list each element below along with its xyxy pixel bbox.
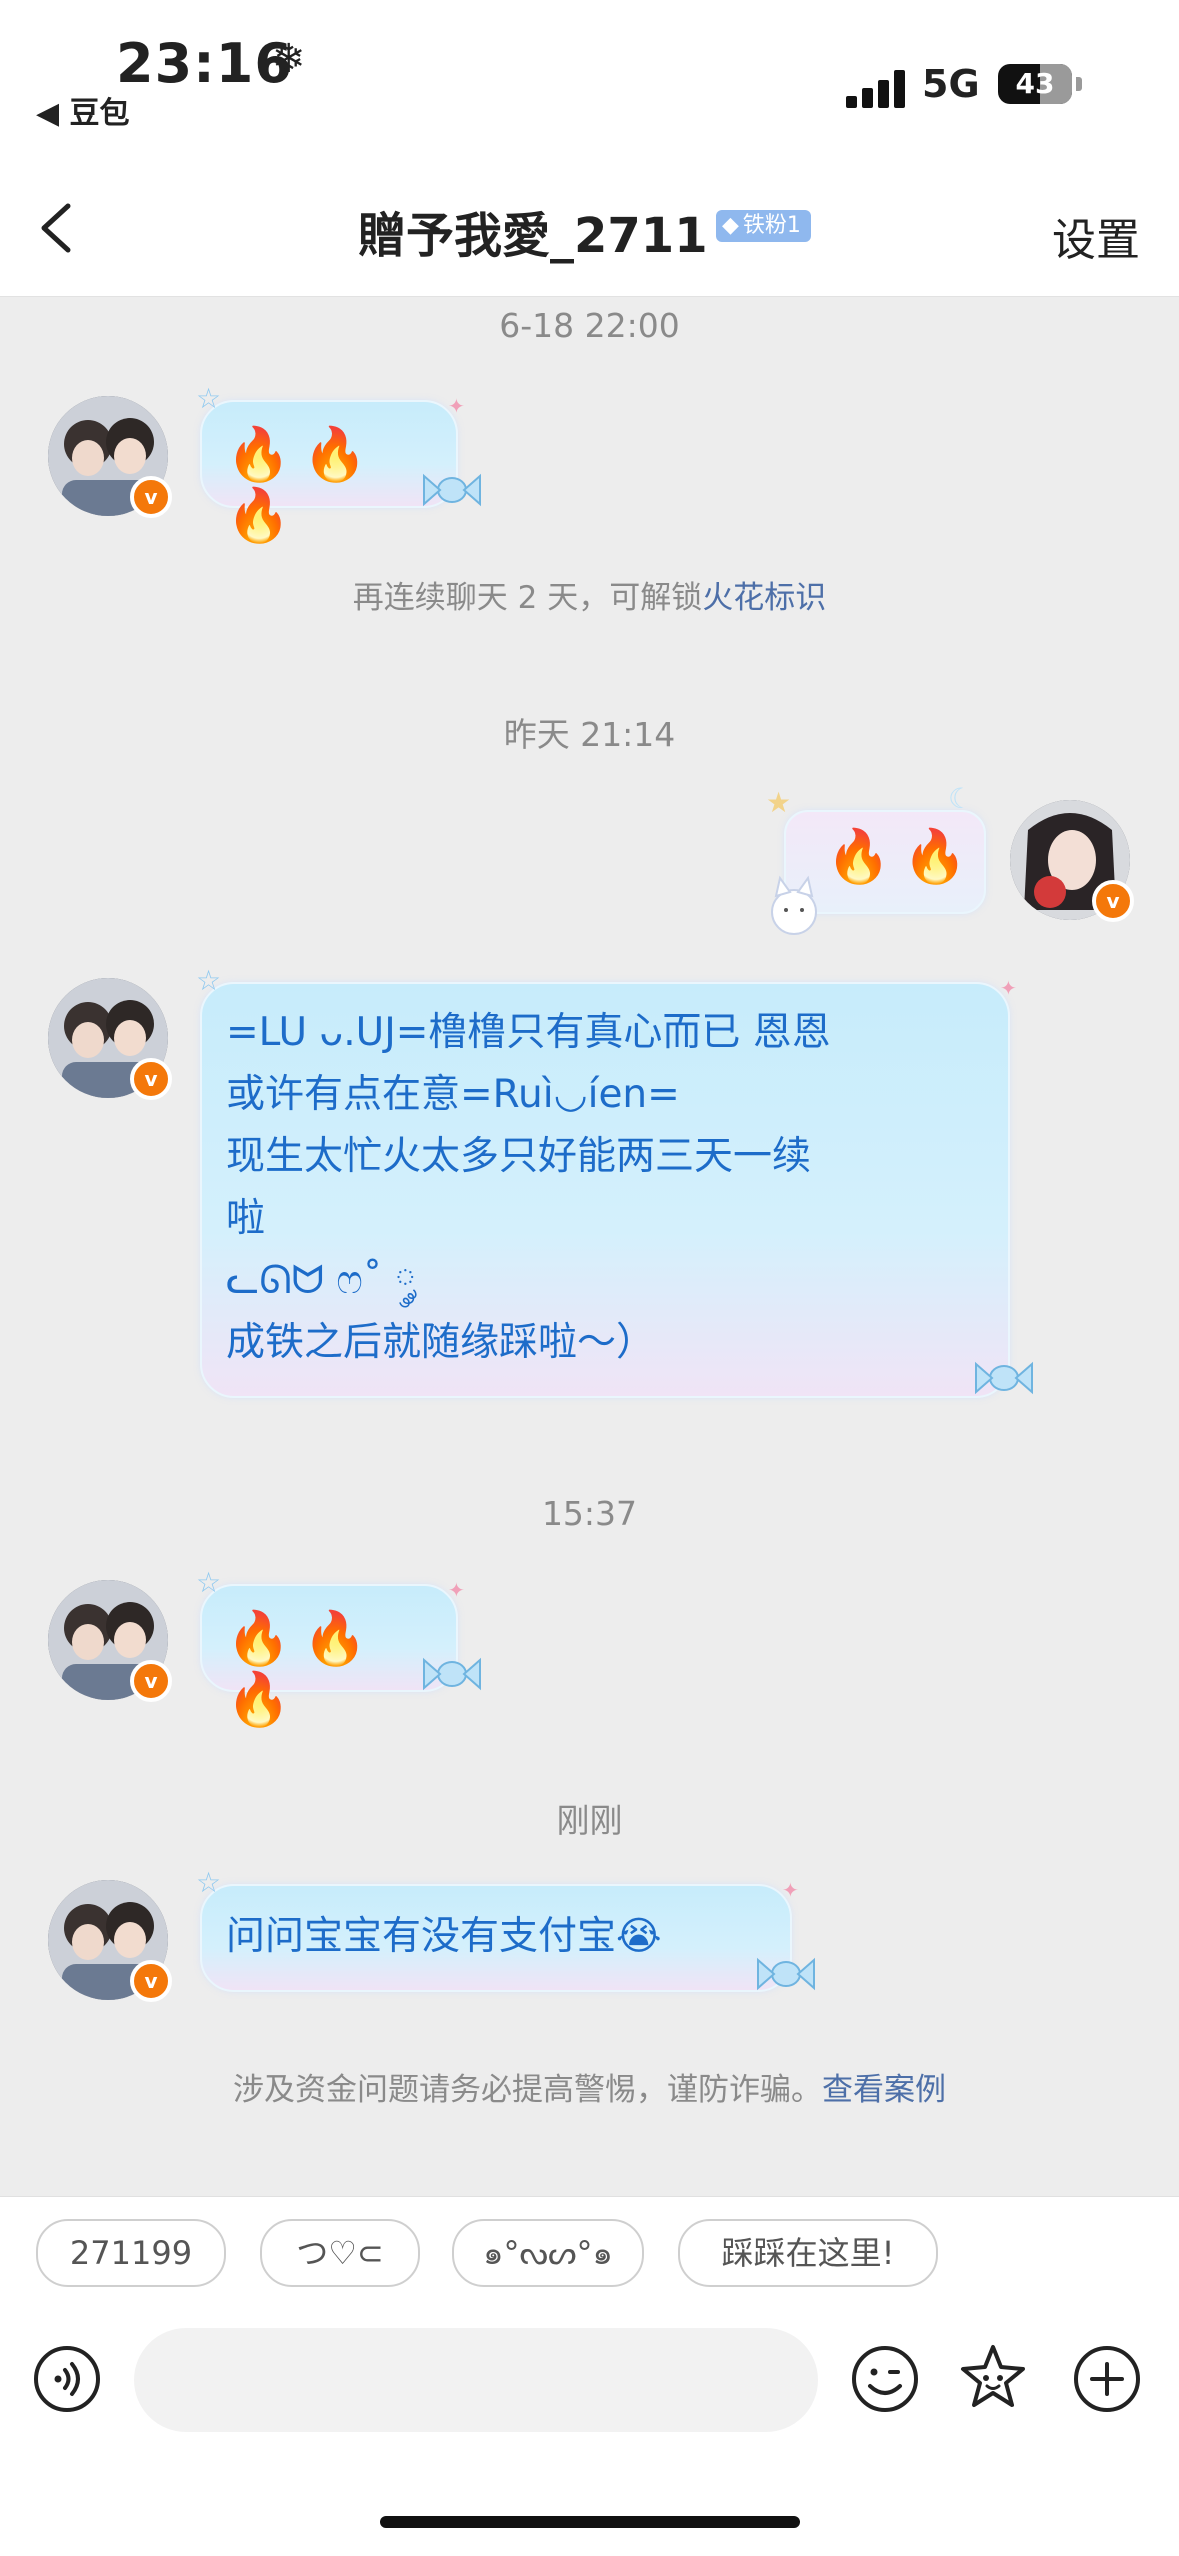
candy-icon xyxy=(757,1957,815,1991)
star-decor-icon: ☆ xyxy=(196,382,222,415)
star-decor-icon: ☆ xyxy=(196,1566,222,1599)
status-bar: 23:16 ❄ ◀ 豆包 5G 43 xyxy=(0,0,1179,160)
chat-title[interactable]: 贈予我愛_2711 xyxy=(358,196,708,266)
emoji-icon[interactable] xyxy=(850,2344,920,2414)
quick-reply-chip[interactable]: 271199 xyxy=(36,2219,226,2287)
plus-icon[interactable] xyxy=(1072,2344,1142,2414)
star-sticker-icon[interactable] xyxy=(958,2342,1028,2412)
timestamp: 刚刚 xyxy=(556,1801,623,1840)
timestamp: 昨天 21:14 xyxy=(503,715,676,754)
signal-icon xyxy=(846,68,906,108)
back-to-app-link[interactable]: ◀ 豆包 xyxy=(36,88,130,132)
verified-icon: v xyxy=(130,1660,172,1702)
fraud-warning-notice: 涉及资金问题请务必提高警惕，谨防诈骗。查看案例 xyxy=(0,2064,1179,2109)
verified-icon: v xyxy=(1092,880,1134,922)
quick-reply-chip[interactable]: ๑°ᔓᔕ°๑ xyxy=(452,2219,644,2287)
message-bubble[interactable]: 🔥🔥🔥 xyxy=(200,1584,458,1730)
fan-level-label: 铁粉1 xyxy=(742,213,801,238)
avatar-other[interactable]: v xyxy=(48,1880,172,2002)
verified-icon: v xyxy=(130,1058,172,1100)
spark-badge-link[interactable]: 火花标识 xyxy=(702,580,826,616)
diamond-icon: ◆ xyxy=(722,213,739,238)
settings-button[interactable]: 设置 xyxy=(1052,204,1140,268)
notice-text: 涉及资金问题请务必提高警惕，谨防诈骗。 xyxy=(233,2072,822,2108)
star-decor-icon: ★ xyxy=(766,786,792,819)
message-bubble[interactable]: 问问宝宝有没有支付宝😭 xyxy=(200,1884,792,1992)
message-input[interactable] xyxy=(134,2328,818,2432)
candy-icon xyxy=(423,1657,481,1691)
view-cases-link[interactable]: 查看案例 xyxy=(822,2072,946,2108)
timestamp: 15:37 xyxy=(541,1494,638,1533)
cat-decor-icon xyxy=(771,875,817,935)
chat-header: 贈予我愛_2711 ◆ 铁粉1 设置 xyxy=(0,160,1179,297)
timestamp: 6-18 22:00 xyxy=(499,306,680,345)
message-text: 问问宝宝有没有支付宝😭 xyxy=(226,1914,662,1959)
star-decor-icon: ☆ xyxy=(196,964,222,997)
quick-reply-bar: 271199 つ♡⊂ ๑°ᔓᔕ°๑ 踩踩在这里! xyxy=(0,2196,1179,2307)
message-bubble[interactable]: 🔥🔥🔥 xyxy=(200,400,458,546)
focus-mode-icon: ❄ xyxy=(272,36,306,82)
chevron-left-icon[interactable] xyxy=(30,198,90,258)
verified-icon: v xyxy=(130,1960,172,2002)
message-text: 🔥🔥 xyxy=(826,827,980,887)
sparkle-icon: ✦ xyxy=(1000,976,1017,1000)
status-time: 23:16 xyxy=(116,32,293,95)
star-decor-icon: ☆ xyxy=(196,1866,222,1899)
avatar-other[interactable]: v xyxy=(48,396,172,518)
battery-icon: 43 xyxy=(998,64,1072,104)
quick-reply-chip[interactable]: つ♡⊂ xyxy=(260,2219,420,2287)
candy-icon xyxy=(423,473,481,507)
avatar-self[interactable]: v xyxy=(1010,800,1134,922)
moon-decor-icon: ☾ xyxy=(948,782,974,815)
home-indicator[interactable] xyxy=(380,2516,800,2528)
input-bar xyxy=(0,2306,1179,2556)
message-text: =LU ᴗ.UJ=橹橹只有真心而已 恩恩 或许有点在意=Ruì◡íen= 现生太… xyxy=(226,1010,831,1365)
spark-unlock-notice: 再连续聊天 2 天，可解锁火花标识 xyxy=(0,572,1179,617)
sparkle-icon: ✦ xyxy=(782,1878,799,1902)
avatar-other[interactable]: v xyxy=(48,1580,172,1702)
verified-icon: v xyxy=(130,476,172,518)
battery-level: 43 xyxy=(1015,67,1055,100)
sparkle-icon: ✦ xyxy=(448,394,465,418)
notice-text: 再连续聊天 2 天，可解锁 xyxy=(352,580,703,616)
sparkle-icon: ✦ xyxy=(448,1578,465,1602)
quick-reply-chip[interactable]: 踩踩在这里! xyxy=(678,2219,938,2287)
network-label: 5G xyxy=(922,62,980,106)
message-bubble[interactable]: =LU ᴗ.UJ=橹橹只有真心而已 恩恩 或许有点在意=Ruì◡íen= 现生太… xyxy=(200,982,1010,1398)
back-app-label: 豆包 xyxy=(69,96,130,131)
avatar-other[interactable]: v xyxy=(48,978,172,1100)
candy-icon xyxy=(975,1361,1033,1395)
voice-icon[interactable] xyxy=(32,2344,102,2414)
fan-level-badge: ◆ 铁粉1 xyxy=(716,210,811,242)
